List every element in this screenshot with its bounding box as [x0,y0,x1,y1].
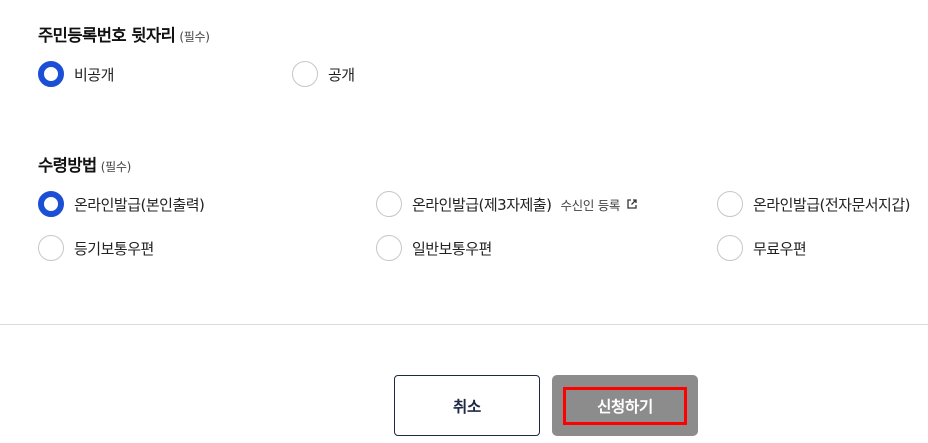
recipient-register-label: 수신인 등록 [560,197,621,213]
radio-circle[interactable] [717,191,743,217]
radio-label: 무료우편 [753,239,807,258]
radio-online-third-party[interactable]: 온라인발급(제3자제출) 수신인 등록 [376,191,638,217]
receipt-section-title: 수령방법 (필수) [38,152,131,176]
radio-circle[interactable] [292,61,318,87]
radio-circle[interactable] [717,235,743,261]
radio-label: 비공개 [74,65,114,84]
rrn-required-tag: (필수) [179,30,210,44]
cancel-button[interactable]: 취소 [394,375,540,436]
submit-button[interactable]: 신청하기 [552,375,698,436]
radio-label: 온라인발급(제3자제출) [412,195,552,214]
cancel-button-label: 취소 [453,397,481,416]
divider [0,324,928,325]
radio-regular-mail[interactable]: 일반보통우편 [376,235,492,261]
recipient-register-link[interactable]: 수신인 등록 [560,195,638,214]
external-link-icon [627,199,637,209]
radio-online-self-print[interactable]: 온라인발급(본인출력) [38,191,205,217]
rrn-section-title: 주민등록번호 뒷자리 (필수) [38,22,210,46]
submit-highlight-box: 신청하기 [563,386,687,425]
rrn-title-text: 주민등록번호 뒷자리 [38,26,176,45]
submit-button-label: 신청하기 [597,397,653,416]
receipt-required-tag: (필수) [100,160,132,174]
radio-label: 등기보통우편 [74,239,154,258]
radio-free-mail[interactable]: 무료우편 [717,235,807,261]
radio-rrn-public[interactable]: 공개 [292,61,355,87]
radio-circle-checked[interactable] [38,191,64,217]
radio-label: 공개 [328,65,355,84]
radio-rrn-private[interactable]: 비공개 [38,61,114,87]
radio-online-e-wallet[interactable]: 온라인발급(전자문서지갑) [717,191,911,217]
receipt-title-text: 수령방법 [38,156,97,175]
radio-registered-mail[interactable]: 등기보통우편 [38,235,154,261]
radio-circle[interactable] [376,235,402,261]
radio-label: 온라인발급(본인출력) [74,195,205,214]
radio-circle[interactable] [38,235,64,261]
radio-label: 일반보통우편 [412,239,492,258]
radio-label: 온라인발급(전자문서지갑) [753,195,911,214]
radio-circle[interactable] [376,191,402,217]
radio-circle-checked[interactable] [38,61,64,87]
